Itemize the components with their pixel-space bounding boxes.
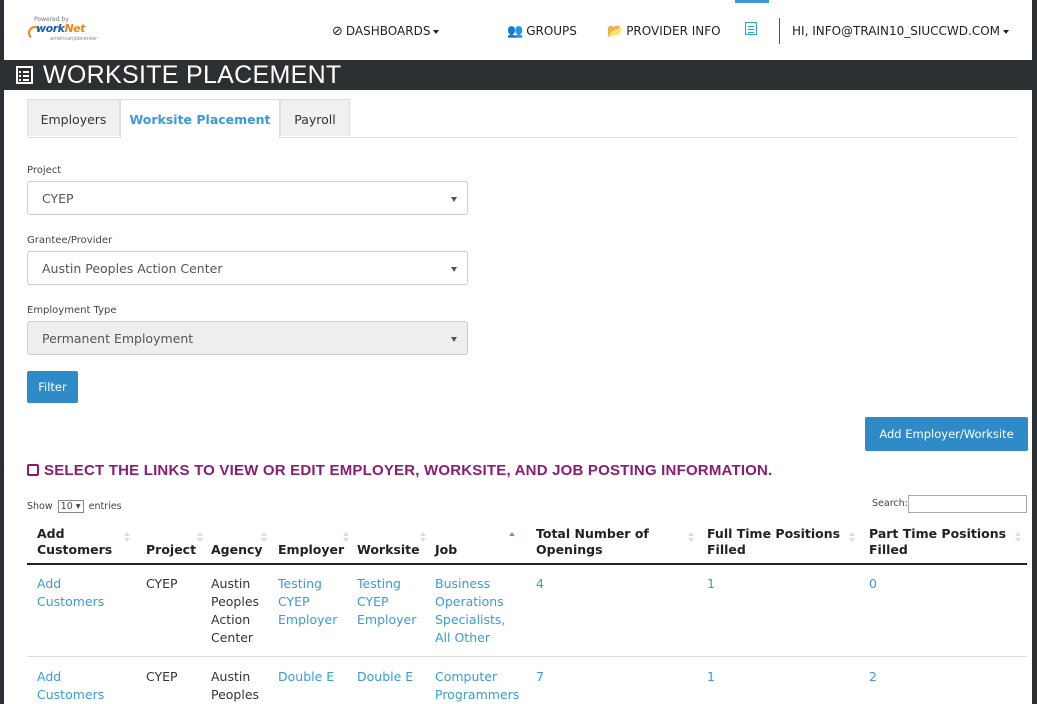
job-link[interactable]: Computer Programmers (435, 668, 519, 704)
nav-user-menu[interactable]: HI, INFO@TRAIN10_SIUCCWD.COM (792, 0, 1010, 60)
openings-link[interactable]: 4 (536, 575, 544, 593)
tab-payroll[interactable]: Payroll (280, 99, 350, 136)
nav-dashboards-label: DASHBOARDS (345, 24, 431, 38)
tab-worksite-placement[interactable]: Worksite Placement (120, 99, 280, 138)
column-header-employer[interactable]: Employer (278, 542, 344, 558)
chevron-down-icon (451, 197, 457, 202)
openings-link[interactable]: 7 (536, 668, 544, 686)
column-header-agency[interactable]: Agency (211, 542, 263, 558)
full-time-filled-link[interactable]: 1 (707, 575, 715, 593)
cell-agency: Austin Peoples Action Center (211, 576, 260, 645)
logo-name-a: work (36, 22, 65, 35)
chevron-down-icon (1003, 29, 1010, 34)
add-customers-link[interactable]: Add Customers (37, 668, 104, 704)
grantee-select-value: Austin Peoples Action Center (42, 261, 223, 276)
nav-worksite-placement[interactable] (735, 0, 769, 60)
column-header-full-time-filled[interactable]: Full Time Positions Filled (707, 526, 840, 558)
add-employer-worksite-button[interactable]: Add Employer/Worksite (865, 417, 1028, 451)
table-search: Search: (872, 495, 1027, 513)
column-header-job[interactable]: Job (435, 542, 457, 558)
sort-icon (343, 532, 349, 543)
grantee-label: Grantee/Provider (27, 235, 113, 246)
sort-icon (124, 532, 130, 543)
logo-subtitle: americanjobcenter (50, 36, 98, 42)
cell-project: CYEP (146, 576, 178, 591)
cell-project: CYEP (146, 669, 178, 684)
employment-type-select: Permanent Employment (27, 321, 468, 355)
add-customers-link[interactable]: Add Customers (37, 575, 104, 611)
sort-ascending-icon (509, 532, 515, 543)
search-label: Search: (872, 498, 908, 509)
sort-icon (1015, 532, 1021, 543)
sort-icon (849, 532, 855, 543)
part-time-filled-link[interactable]: 0 (869, 575, 877, 593)
tab-payroll-label: Payroll (294, 112, 336, 127)
cell-agency: Austin Peoples (211, 669, 260, 702)
nav-groups-label: GROUPS (526, 24, 577, 38)
entries-select-value: 10 (60, 501, 73, 512)
row-divider (27, 656, 1027, 657)
list-alt-icon (745, 22, 757, 35)
top-navbar: Powered by workNet americanjobcenter ⊘ DA… (4, 0, 1032, 61)
column-header-part-time-filled[interactable]: Part Time Positions Filled (869, 526, 1006, 558)
users-group-icon: 👥 (507, 24, 524, 39)
project-select-value: CYEP (42, 191, 74, 206)
employer-link[interactable]: Double E (278, 668, 334, 686)
chevron-down-icon (451, 267, 457, 272)
nav-divider (779, 18, 780, 44)
sort-icon (420, 532, 426, 543)
job-link[interactable]: Business Operations Specialists, All Oth… (435, 575, 505, 647)
project-label: Project (27, 165, 62, 176)
instructions-text: SELECT THE LINKS TO VIEW OR EDIT EMPLOYE… (44, 462, 773, 479)
chevron-down-icon (451, 337, 457, 342)
folder-open-icon: 📂 (607, 24, 624, 39)
logo-name: workNet (36, 22, 85, 35)
tab-bar: Employers Worksite Placement Payroll (27, 99, 1017, 138)
column-header-total-openings[interactable]: Total Number of Openings (536, 526, 649, 558)
project-select[interactable]: CYEP (27, 181, 468, 215)
window-frame-left (0, 0, 4, 704)
user-greeting: HI, INFO@TRAIN10_SIUCCWD.COM (792, 24, 1001, 38)
dashboard-gauge-icon: ⊘ (332, 24, 343, 39)
filter-button[interactable]: Filter (27, 371, 78, 403)
logo-name-b: Net (64, 22, 85, 35)
grantee-select[interactable]: Austin Peoples Action Center (27, 251, 468, 285)
show-entries: Show 10 ▾ entries (27, 500, 122, 513)
worksite-link[interactable]: Testing CYEP Employer (357, 575, 416, 629)
column-header-worksite[interactable]: Worksite (357, 542, 420, 558)
sort-icon (261, 532, 267, 543)
tab-worksite-placement-label: Worksite Placement (129, 112, 271, 127)
nav-provider-info-label: PROVIDER INFO (626, 24, 721, 38)
nav-dashboards[interactable]: ⊘ DASHBOARDS (332, 0, 440, 60)
full-time-filled-link[interactable]: 1 (707, 668, 715, 686)
instructions-heading: SELECT THE LINKS TO VIEW OR EDIT EMPLOYE… (27, 462, 772, 479)
tab-employers[interactable]: Employers (27, 99, 120, 136)
column-header-project[interactable]: Project (146, 542, 196, 558)
entries-select[interactable]: 10 ▾ (57, 500, 84, 513)
worknet-logo[interactable]: Powered by workNet americanjobcenter (28, 16, 100, 46)
column-header-add-customers[interactable]: Add Customers (37, 526, 112, 558)
entries-label: entries (88, 501, 122, 512)
nav-provider-info[interactable]: 📂 PROVIDER INFO (607, 0, 721, 60)
employer-link[interactable]: Testing CYEP Employer (278, 575, 337, 629)
employment-type-value: Permanent Employment (42, 331, 194, 346)
table-header-divider (27, 563, 1027, 565)
worksite-link[interactable]: Double E (357, 668, 413, 686)
search-input[interactable] (908, 495, 1027, 513)
chevron-down-icon (433, 29, 440, 34)
show-label: Show (27, 501, 53, 512)
page-title-bar: WORKSITE PLACEMENT (4, 60, 1032, 90)
sort-icon (688, 532, 694, 543)
employment-type-label: Employment Type (27, 305, 117, 316)
sort-icon (197, 532, 203, 543)
part-time-filled-link[interactable]: 2 (869, 668, 877, 686)
nav-groups[interactable]: 👥 GROUPS (507, 0, 577, 60)
page-title: WORKSITE PLACEMENT (43, 61, 342, 89)
list-alt-icon (16, 66, 33, 84)
active-indicator (735, 0, 769, 3)
edit-icon (27, 464, 39, 476)
tab-employers-label: Employers (40, 112, 107, 127)
window-frame-right (1032, 0, 1037, 704)
